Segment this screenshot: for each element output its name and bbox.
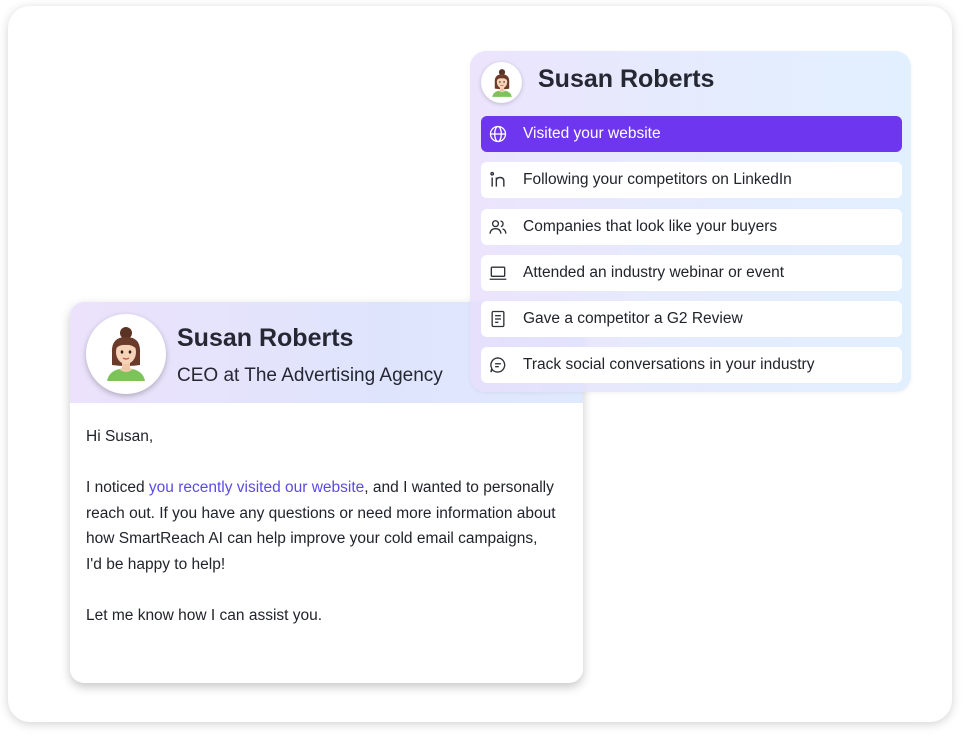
signal-item-visited-website[interactable]: Visited your website <box>481 116 902 152</box>
contact-avatar <box>86 314 166 394</box>
signal-label: Visited your website <box>523 125 661 142</box>
email-body: Hi Susan, I noticed you recently visited… <box>86 424 556 628</box>
panel-contact-name: Susan Roberts <box>538 65 715 93</box>
globe-icon <box>488 124 508 144</box>
signal-item-g2-review[interactable]: Gave a competitor a G2 Review <box>481 301 902 338</box>
linkedin-icon <box>488 170 508 190</box>
signal-label: Companies that look like your buyers <box>523 217 778 235</box>
website-visit-link[interactable]: you recently visited our website <box>149 479 364 496</box>
contact-title: CEO at The Advertising Agency <box>177 365 443 386</box>
signal-list: Visited your website Following your comp… <box>481 116 902 394</box>
email-greeting: Hi Susan, <box>86 428 154 445</box>
intent-signals-panel: Susan Roberts Visited your website Follo… <box>470 51 911 392</box>
signal-item-lookalike-companies[interactable]: Companies that look like your buyers <box>481 208 902 245</box>
document-icon <box>488 309 508 329</box>
signal-item-social-conversations[interactable]: Track social conversations in your indus… <box>481 347 902 384</box>
signal-item-linkedin[interactable]: Following your competitors on LinkedIn <box>481 162 902 199</box>
email-paragraph: I noticed you recently visited our websi… <box>86 475 556 577</box>
chat-bubble-icon <box>488 355 508 375</box>
signal-item-webinar[interactable]: Attended an industry webinar or event <box>481 254 902 291</box>
laptop-icon <box>488 263 508 283</box>
signal-label: Attended an industry webinar or event <box>523 263 785 281</box>
signal-label: Gave a competitor a G2 Review <box>523 310 743 328</box>
signal-label: Following your competitors on LinkedIn <box>523 171 792 189</box>
paragraph-text-start: I noticed <box>86 479 149 496</box>
signal-label: Track social conversations in your indus… <box>523 356 815 374</box>
contact-name: Susan Roberts <box>177 324 354 352</box>
users-icon <box>488 217 508 237</box>
email-closing: Let me know how I can assist you. <box>86 606 323 624</box>
contact-avatar-small <box>481 62 522 103</box>
